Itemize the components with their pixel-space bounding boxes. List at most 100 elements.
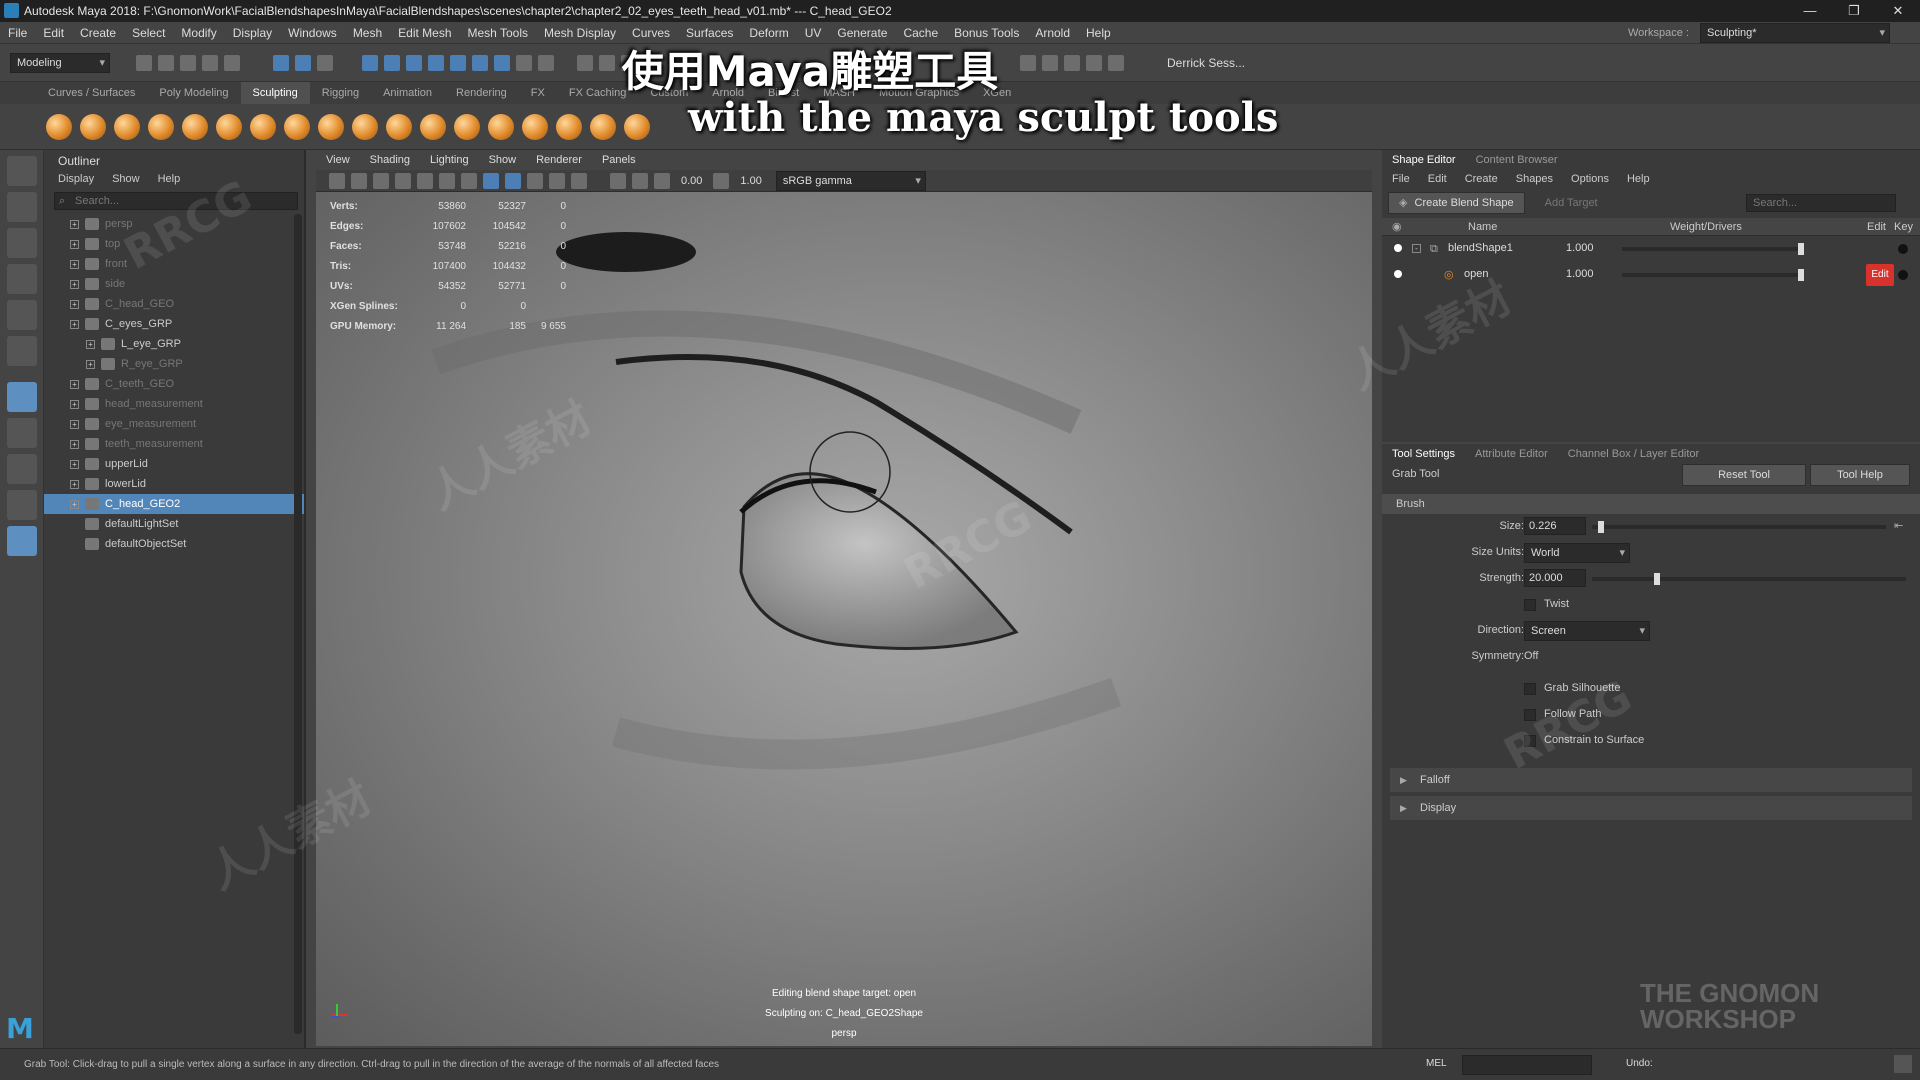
blendshape-row[interactable]: - ⧉ blendShape1 1.000 [1382,236,1920,262]
se-menu-shapes[interactable]: Shapes [1516,173,1553,185]
smooth-brush-icon[interactable] [80,113,106,140]
brush-section[interactable]: Brush [1382,494,1920,514]
outliner-layout-icon[interactable] [7,526,37,556]
key-indicator[interactable] [1898,270,1908,280]
outliner-item[interactable]: + L_eye_GRP [44,334,304,354]
size-units-dropdown[interactable]: World [1524,543,1630,563]
open-scene-icon[interactable] [158,54,174,71]
wax-brush-icon[interactable] [386,113,412,140]
twist-checkbox[interactable] [1524,599,1536,611]
mel-label[interactable]: MEL [1426,1058,1447,1069]
shadows-icon[interactable] [571,172,587,189]
blendshape-weight[interactable]: 1.000 [1566,242,1594,254]
layout-single-icon[interactable] [7,418,37,448]
vp-menu-renderer[interactable]: Renderer [526,150,592,170]
tab-channel-box[interactable]: Channel Box / Layer Editor [1558,444,1709,464]
expand-toggle[interactable]: + [70,499,79,509]
strength-field[interactable]: 20.000 [1524,569,1586,587]
spray-brush-icon[interactable] [284,113,310,140]
grab-silhouette-checkbox[interactable] [1524,683,1536,695]
outliner-item[interactable]: + teeth_measurement [44,434,304,454]
outliner-item[interactable]: + C_eyes_GRP [44,314,304,334]
key-indicator[interactable] [1898,244,1908,254]
se-menu-options[interactable]: Options [1571,173,1609,185]
amplify-brush-icon[interactable] [590,113,616,140]
menu-windows[interactable]: Windows [280,22,345,44]
camera-attributes-icon[interactable] [351,172,367,189]
outliner-item[interactable]: + head_measurement [44,394,304,414]
shelf-tab-sculpting[interactable]: Sculpting [240,82,310,104]
constrain-surface-checkbox[interactable] [1524,735,1536,747]
menu-help[interactable]: Help [1078,22,1119,44]
user-account[interactable]: Derrick Sess... [1167,56,1245,70]
imprint-brush-icon[interactable] [352,113,378,140]
blendshape-weight-knob[interactable] [1798,243,1804,255]
target-weight[interactable]: 1.000 [1566,268,1594,280]
lights-icon[interactable] [549,172,565,189]
repeat-brush-icon[interactable] [318,113,344,140]
pause-icon[interactable] [1108,54,1124,71]
expand-toggle[interactable]: + [70,439,79,449]
target-row-open[interactable]: ◎ open 1.000 Edit [1382,262,1920,288]
outliner-item[interactable]: +defaultObjectSet [44,534,304,554]
pinch-brush-icon[interactable] [182,113,208,140]
restore-button[interactable]: ❐ [1832,0,1876,22]
expand-toggle[interactable]: + [70,319,79,329]
se-menu-help[interactable]: Help [1627,173,1650,185]
menu-create[interactable]: Create [72,22,124,44]
textured-icon[interactable] [527,172,543,189]
lock-icon[interactable] [516,54,532,71]
strength-slider-knob[interactable] [1653,573,1660,585]
shelf-tab-poly-modeling[interactable]: Poly Modeling [147,82,240,104]
tab-attribute-editor[interactable]: Attribute Editor [1465,444,1558,464]
grid-icon[interactable] [417,172,433,189]
outliner-item[interactable]: + side [44,274,304,294]
outliner-item[interactable]: + C_teeth_GEO [44,374,304,394]
resolution-gate-icon[interactable] [461,172,477,189]
snap-face-icon[interactable] [494,54,510,71]
outliner-item[interactable]: + front [44,254,304,274]
outliner-item[interactable]: + top [44,234,304,254]
menu-mesh-tools[interactable]: Mesh Tools [460,22,536,44]
target-weight-knob[interactable] [1798,269,1804,281]
menuset-dropdown[interactable]: Modeling [10,52,110,73]
expand-toggle[interactable]: + [70,239,79,249]
snap-edge-icon[interactable] [472,54,488,71]
se-menu-file[interactable]: File [1392,173,1410,185]
shelf-tab-curves-surfaces[interactable]: Curves / Surfaces [36,82,147,104]
image-plane-icon[interactable] [395,172,411,189]
layout-two-icon[interactable] [7,490,37,520]
colorspace-dropdown[interactable]: sRGB gamma [775,170,926,191]
snap-grid-icon[interactable] [362,54,378,71]
outliner-menu-help[interactable]: Help [158,173,181,185]
collapse-toggle[interactable]: - [1412,244,1421,253]
freeze-brush-icon[interactable] [624,113,650,140]
isolate-icon[interactable] [632,172,648,189]
exposure-value[interactable]: 0.00 [681,175,702,187]
menu-file[interactable]: File [0,22,35,44]
exposure-icon[interactable] [654,172,670,189]
vp-menu-show[interactable]: Show [479,150,527,170]
outliner-item[interactable]: + lowerLid [44,474,304,494]
snap-curve-icon[interactable] [384,54,400,71]
bookmark-icon[interactable] [373,172,389,189]
lasso-tool-icon[interactable] [7,192,37,222]
gamma-icon[interactable] [713,172,730,189]
target-weight-slider[interactable] [1622,273,1804,277]
menu-mesh[interactable]: Mesh [345,22,390,44]
outliner-item[interactable]: + upperLid [44,454,304,474]
size-slider-knob[interactable] [1597,521,1604,533]
expand-toggle[interactable]: + [70,259,79,269]
outliner-menu-display[interactable]: Display [58,173,94,185]
grab-tool-icon[interactable] [7,382,37,412]
flatten-brush-icon[interactable] [216,113,242,140]
layout-four-icon[interactable] [7,454,37,484]
expand-toggle[interactable]: + [70,459,79,469]
snap-view-icon[interactable] [428,54,444,71]
direction-dropdown[interactable]: Screen [1524,621,1650,641]
save-scene-icon[interactable] [180,54,196,71]
expand-toggle[interactable]: + [70,279,79,289]
vp-menu-lighting[interactable]: Lighting [420,150,479,170]
shelf-tab-fx[interactable]: FX [519,82,557,104]
outliner-search-input[interactable]: ⌕ Search... [54,192,298,210]
